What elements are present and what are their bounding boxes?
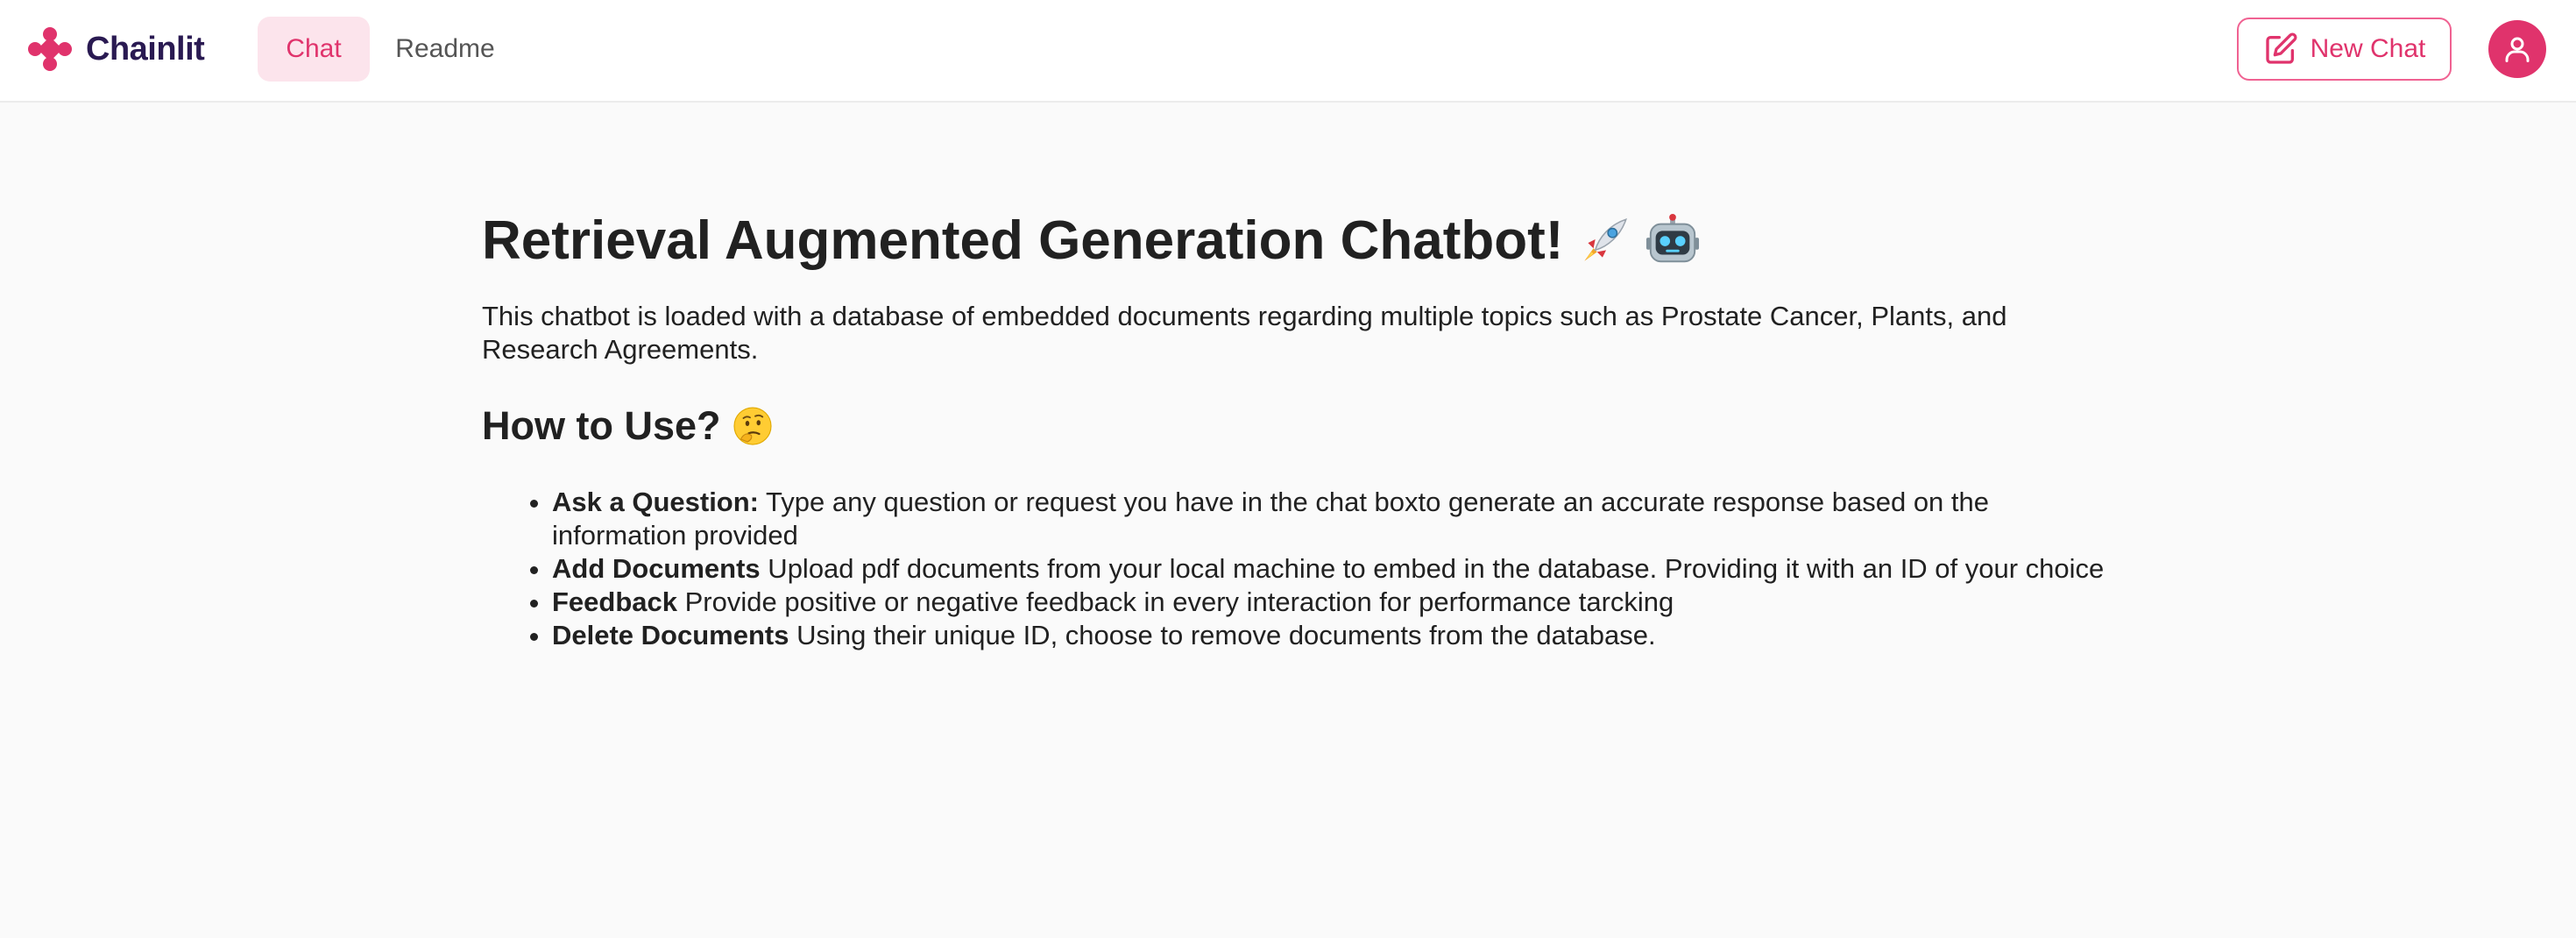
logo-text: Chainlit [86, 30, 205, 68]
list-item: Add Documents Upload pdf documents from … [552, 552, 2129, 586]
page-title: Retrieval Augmented Generation Chatbot! [482, 209, 2077, 274]
page-title-text: Retrieval Augmented Generation Chatbot! [482, 210, 1564, 271]
list-item: Ask a Question: Type any question or req… [552, 486, 2129, 552]
list-item: Feedback Provide positive or negative fe… [552, 586, 2129, 619]
how-to-list: Ask a Question: Type any question or req… [482, 486, 2104, 652]
thinking-face-icon [732, 407, 772, 445]
new-chat-button[interactable]: New Chat [2237, 18, 2452, 81]
edit-icon [2265, 32, 2297, 64]
rocket-icon [1584, 218, 1628, 261]
chainlit-logo-icon [28, 27, 72, 71]
chainlit-logo[interactable]: Chainlit [26, 25, 205, 74]
list-item-text: Using their unique ID, choose to remove … [789, 620, 1656, 650]
list-item-text: Provide positive or negative feedback in… [677, 586, 1674, 617]
list-item-text: Type any question or request you have in… [552, 487, 1990, 551]
tab-chat[interactable]: Chat [258, 17, 370, 82]
list-item-text: Upload pdf documents from your local mac… [760, 553, 2105, 584]
list-item-term: Feedback [552, 586, 678, 617]
top-header: Chainlit Chat Readme New Chat [0, 0, 2576, 103]
robot-icon [1646, 214, 1700, 263]
user-avatar[interactable] [2488, 20, 2546, 78]
readme-content: Retrieval Augmented Generation Chatbot! … [482, 209, 2104, 652]
how-to-heading-text: How to Use? [482, 403, 721, 448]
list-item: Delete Documents Using their unique ID, … [552, 619, 2129, 652]
new-chat-label: New Chat [2310, 34, 2426, 63]
intro-paragraph: This chatbot is loaded with a database o… [482, 301, 2007, 365]
list-item-term: Ask a Question: [552, 487, 759, 517]
list-item-term: Add Documents [552, 553, 761, 584]
tab-readme[interactable]: Readme [386, 17, 505, 82]
user-icon [2505, 37, 2530, 62]
how-to-heading: How to Use? [482, 401, 2077, 451]
list-item-term: Delete Documents [552, 620, 789, 650]
